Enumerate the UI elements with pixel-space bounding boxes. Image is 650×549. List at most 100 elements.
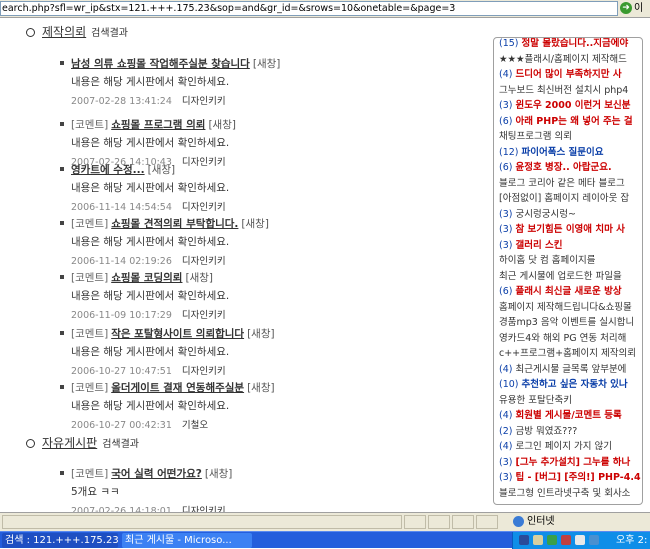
post-author[interactable]: 디자인키키 <box>182 256 226 267</box>
sidebar-post-title[interactable]: 윤정호 병장.. 아랍군요. <box>516 162 612 173</box>
list-bullet <box>60 221 64 225</box>
sidebar-post-item[interactable]: 유용한 포탈단축키 <box>499 394 641 408</box>
sidebar-post-title[interactable]: 정말 몰랐습니다..지금에야 <box>522 38 629 49</box>
post-title-link[interactable]: 작은 포탈형사이트 의뢰합니다 <box>111 328 244 340</box>
new-window-link[interactable]: [새창] <box>247 382 275 394</box>
sidebar-post-item[interactable]: (2) 금방 뭐였죠??? <box>499 425 641 439</box>
sidebar-post-item[interactable]: (3) 참 보기힘든 이영애 치마 사 <box>499 223 641 237</box>
board-title-link[interactable]: 제작의뢰 <box>42 25 86 39</box>
sidebar-post-title[interactable]: [아점없이] 홈페이지 레이아웃 잡 <box>499 193 629 204</box>
new-window-link[interactable]: [새창] <box>208 119 236 131</box>
url-input[interactable]: earch.php?sfl=wr_ip&stx=121.+++.175.23&s… <box>0 1 618 16</box>
post-summary: 내용은 해당 게시판에서 확인하세요. <box>71 137 230 149</box>
sidebar-post-title[interactable]: 최근 게시물에 업로드한 파일을 <box>499 271 622 282</box>
tray-icon[interactable] <box>575 535 585 545</box>
sidebar-post-title[interactable]: ★★★플래시/홈페이지 제작해드 <box>499 54 627 65</box>
post-title-link[interactable]: 올더게이트 결재 연동해주실분 <box>111 382 244 394</box>
sidebar-post-item[interactable]: 최근 게시물에 업로드한 파일을 <box>499 270 641 284</box>
new-window-link[interactable]: [새창] <box>185 272 213 284</box>
post-meta: 2006-11-14 02:19:26 디자인키키 <box>71 253 460 267</box>
sidebar-post-title[interactable]: 회원별 게시물/코멘트 등록 <box>516 410 622 421</box>
post-title-link[interactable]: 영카트에 수정... <box>71 164 145 176</box>
sidebar-post-item[interactable]: 블로그 코리아 같은 메타 블로그 <box>499 177 641 191</box>
sidebar-post-title[interactable]: [그누 추가설치] 그누를 하나 <box>516 457 631 468</box>
sidebar-post-title[interactable]: 금방 뭐였죠??? <box>516 426 578 437</box>
sidebar-post-title[interactable]: 블로그형 인트라넷구축 및 회사소 <box>499 488 630 499</box>
post-author[interactable]: 디자인키키 <box>182 202 226 213</box>
sidebar-post-item[interactable]: ★★★플래시/홈페이지 제작해드 <box>499 53 641 67</box>
sidebar-post-title[interactable]: 팁 - [버그] [주의!] PHP-4.4 <box>516 472 641 483</box>
sidebar-post-title[interactable]: 채팅프로그램 의뢰 <box>499 131 572 142</box>
tray-icon[interactable] <box>547 535 557 545</box>
sidebar-post-item[interactable]: 블로그형 인트라넷구축 및 회사소 <box>499 487 641 501</box>
sidebar-post-item[interactable]: 영카드4와 해외 PG 연동 처리해 <box>499 332 641 346</box>
sidebar-post-title[interactable]: 윈도우 2000 이런거 보신분 <box>516 100 631 111</box>
board-title-link[interactable]: 자유게시판 <box>42 436 97 450</box>
sidebar-post-title[interactable]: 아래 PHP는 왜 넣어 주는 걸 <box>516 116 633 127</box>
post-author[interactable]: 디자인키키 <box>182 96 226 107</box>
new-window-link[interactable]: [새창] <box>241 218 269 230</box>
sidebar-post-title[interactable]: 플래시 최신글 새로운 방상 <box>516 286 622 297</box>
sidebar-post-title[interactable]: 드디어 많이 부족하지만 사 <box>516 69 622 80</box>
post-title-link[interactable]: 쇼핑몰 코딩의뢰 <box>111 272 182 284</box>
tray-icon[interactable] <box>519 535 529 545</box>
sidebar-post-item[interactable]: 채팅프로그램 의뢰 <box>499 130 641 144</box>
post-title-link[interactable]: 국어 실력 어떤가요? <box>111 468 202 480</box>
new-window-link[interactable]: [새창] <box>253 58 281 70</box>
sidebar-post-item[interactable]: (3) 팁 - [버그] [주의!] PHP-4.4 <box>499 471 641 485</box>
sidebar-post-item[interactable]: (10) 추천하고 싶은 자동차 있나 <box>499 378 641 392</box>
sidebar-post-item[interactable]: 경품mp3 음악 이벤트를 실시합니 <box>499 316 641 330</box>
post-title-link[interactable]: 남성 의류 쇼핑몰 작업해주실분 찾습니다 <box>71 58 250 70</box>
sidebar-post-title[interactable]: 갤러리 스킨 <box>516 240 563 251</box>
sidebar-post-item[interactable]: (3) [그누 추가설치] 그누를 하나 <box>499 456 641 470</box>
new-window-link[interactable]: [새창] <box>205 468 233 480</box>
post-author[interactable]: 디자인키키 <box>182 310 226 321</box>
result-title-line: [코멘트] 쇼핑몰 코딩의뢰 [새창] <box>71 270 460 285</box>
sidebar-post-item[interactable]: c++프로그램+홈페이지 제작의뢰 <box>499 347 641 361</box>
sidebar-post-title[interactable]: 그누보드 최신버전 설치시 php4 <box>499 85 628 96</box>
post-title-link[interactable]: 쇼핑몰 견적의뢰 부탁합니다. <box>111 218 238 230</box>
sidebar-post-item[interactable]: (4) 최근게시물 글목록 앞부분에 <box>499 363 641 377</box>
sidebar-post-title[interactable]: 최근게시물 글목록 앞부분에 <box>516 364 627 375</box>
sidebar-post-item[interactable]: (6) 아래 PHP는 왜 넣어 주는 걸 <box>499 115 641 129</box>
sidebar-post-item[interactable]: 그누보드 최신버전 설치시 php4 <box>499 84 641 98</box>
sidebar-post-title[interactable]: 홈페이지 제작해드립니다&쇼핑몰 <box>499 302 632 313</box>
sidebar-post-title[interactable]: 유용한 포탈단축키 <box>499 395 572 406</box>
sidebar-post-item[interactable]: [아점없이] 홈페이지 레이아웃 잡 <box>499 192 641 206</box>
sidebar-post-item[interactable]: (6) 윤정호 병장.. 아랍군요. <box>499 161 641 175</box>
sidebar-post-item[interactable]: (15) 정말 몰랐습니다..지금에야 <box>499 38 641 51</box>
sidebar-post-item[interactable]: (4) 회원별 게시물/코멘트 등록 <box>499 409 641 423</box>
sidebar-post-title[interactable]: 파이어폭스 질문이요 <box>522 147 604 158</box>
tray-icon[interactable] <box>561 535 571 545</box>
sidebar-post-title[interactable]: 궁시렁궁시렁~ <box>516 209 576 220</box>
sidebar-post-item[interactable]: (4) 드디어 많이 부족하지만 사 <box>499 68 641 82</box>
sidebar-post-item[interactable]: (3) 윈도우 2000 이런거 보신분 <box>499 99 641 113</box>
sidebar-post-title[interactable]: 영카드4와 해외 PG 연동 처리해 <box>499 333 626 344</box>
sidebar-post-title[interactable]: 추천하고 싶은 자동차 있나 <box>522 379 628 390</box>
sidebar-post-title[interactable]: 블로그 코리아 같은 메타 블로그 <box>499 178 625 189</box>
taskbar-item-search[interactable]: 검색 : 121.+++.175.23... <box>2 533 118 548</box>
taskbar-item-latest-posts[interactable]: 최근 게시물 - Microso... <box>122 533 252 548</box>
sidebar-post-title[interactable]: 참 보기힘든 이영애 치마 사 <box>516 224 625 235</box>
go-button[interactable]: ➜ 이 <box>620 1 650 16</box>
sidebar-post-item[interactable]: (3) 갤러리 스킨 <box>499 239 641 253</box>
post-author[interactable]: 디자인키키 <box>182 366 226 377</box>
sidebar-post-item[interactable]: (6) 플래시 최신글 새로운 방상 <box>499 285 641 299</box>
sidebar-post-item[interactable]: 홈페이지 제작해드립니다&쇼핑몰 <box>499 301 641 315</box>
security-zone: 인터넷 <box>513 514 555 529</box>
new-window-link[interactable]: [새창] <box>148 164 176 176</box>
tray-icon[interactable] <box>533 535 543 545</box>
sidebar-post-item[interactable]: 하이홈 닷 컴 홈페이지를 <box>499 254 641 268</box>
comment-count: (3) <box>499 224 513 235</box>
post-author[interactable]: 기철오 <box>182 420 208 431</box>
sidebar-post-title[interactable]: 경품mp3 음악 이벤트를 실시합니 <box>499 317 634 328</box>
new-window-link[interactable]: [새창] <box>247 328 275 340</box>
sidebar-post-item[interactable]: (3) 궁시렁궁시렁~ <box>499 208 641 222</box>
sidebar-post-item[interactable]: (12) 파이어폭스 질문이요 <box>499 146 641 160</box>
sidebar-post-item[interactable]: (4) 로그인 페이지 가지 않기 <box>499 440 641 454</box>
sidebar-post-title[interactable]: c++프로그램+홈페이지 제작의뢰 <box>499 348 636 359</box>
sidebar-post-title[interactable]: 하이홈 닷 컴 홈페이지를 <box>499 255 595 266</box>
post-title-link[interactable]: 쇼핑몰 프로그램 의뢰 <box>111 119 205 131</box>
tray-icon[interactable] <box>589 535 599 545</box>
sidebar-post-title[interactable]: 로그인 페이지 가지 않기 <box>516 441 612 452</box>
